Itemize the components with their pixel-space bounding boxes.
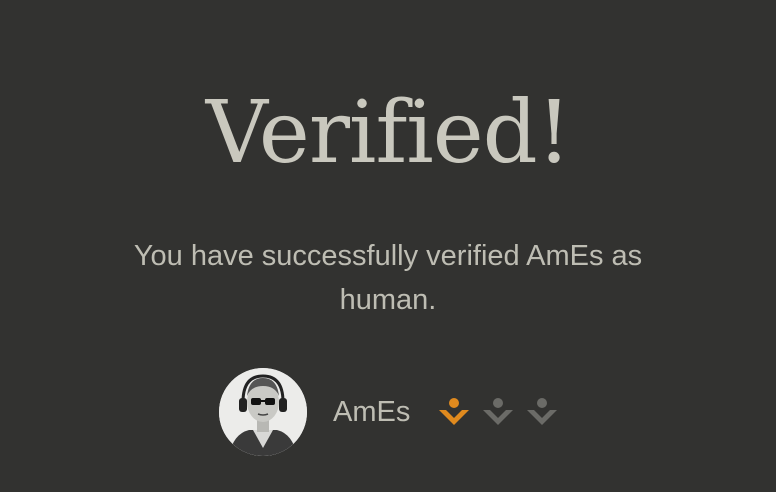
verification-badges: [436, 394, 560, 430]
verification-badge-icon: [480, 394, 516, 430]
verification-badge-icon: [436, 394, 472, 430]
username[interactable]: AmEs: [333, 392, 410, 432]
avatar-image: [219, 368, 307, 456]
verification-page: Verified! You have successfully verified…: [0, 0, 776, 492]
verification-message: You have successfully verified AmEs as h…: [133, 240, 643, 316]
verification-badge-icon: [524, 394, 560, 430]
user-row: AmEs: [219, 368, 560, 456]
page-title: Verified!: [205, 83, 572, 183]
avatar[interactable]: [219, 368, 307, 456]
